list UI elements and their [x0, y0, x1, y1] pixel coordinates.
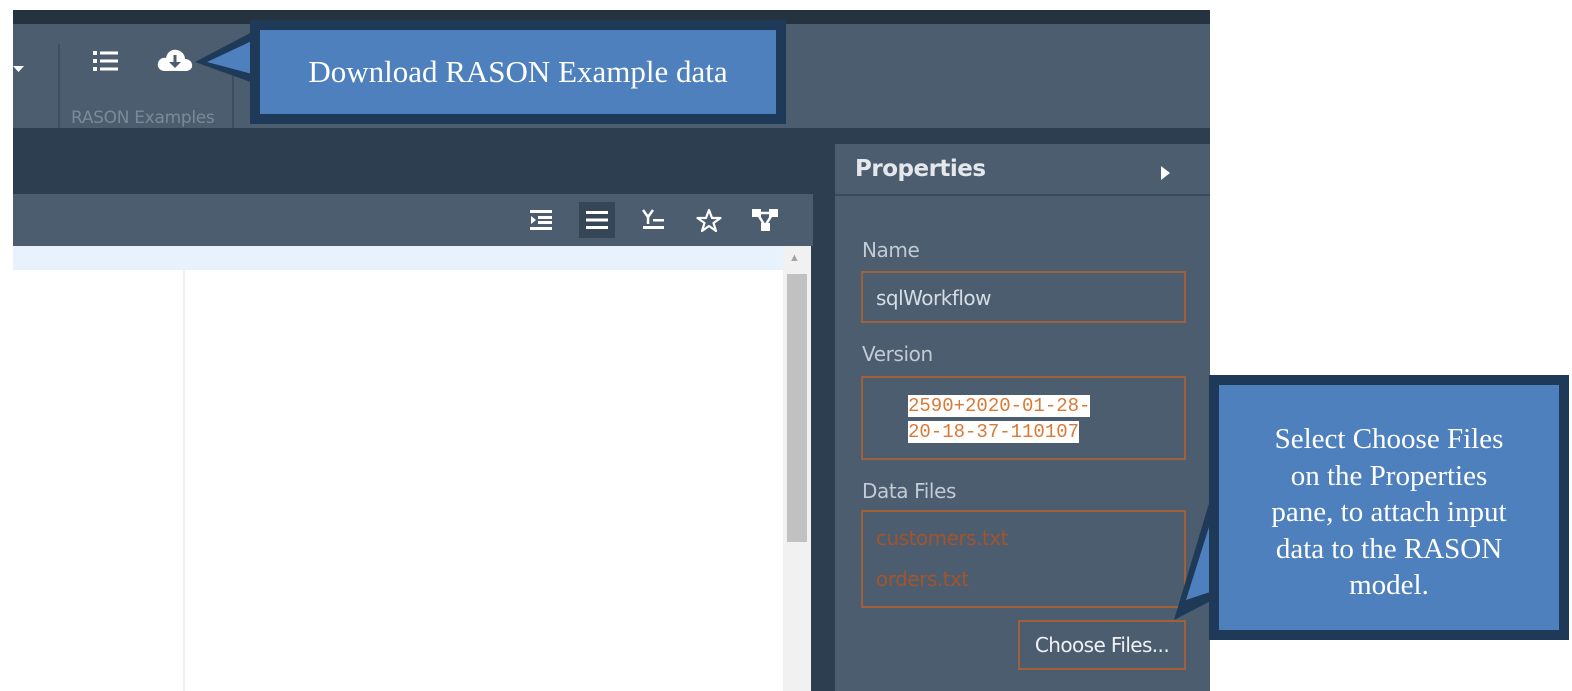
favorite-button[interactable]	[691, 202, 727, 238]
collapse-arrow-icon[interactable]	[1161, 166, 1170, 180]
version-field[interactable]: 2590+2020-01-28- 20-18-37-110107	[861, 376, 1186, 460]
code-editor[interactable]	[13, 246, 783, 691]
sort-icon	[641, 209, 664, 229]
callout-line: data to the RASON	[1275, 532, 1503, 565]
scrollbar-thumb[interactable]	[787, 274, 807, 542]
version-value: 2590+2020-01-28- 20-18-37-110107	[908, 393, 1120, 445]
callout-line: model.	[1349, 569, 1429, 601]
callout-choose-files: Select Choose Files on the Properties pa…	[1209, 375, 1569, 640]
version-line-2: 20-18-37-110107	[908, 421, 1080, 443]
callout-line: Select Choose Files	[1274, 423, 1504, 455]
indent-icon	[530, 210, 552, 230]
version-line-1: 2590+2020-01-28-	[908, 395, 1091, 417]
name-value: sqlWorkflow	[876, 286, 992, 310]
rason-examples-label: RASON Examples	[71, 108, 215, 128]
version-label: Version	[862, 342, 933, 366]
indent-button[interactable]	[523, 202, 559, 238]
align-button[interactable]	[579, 202, 615, 238]
callout-line: pane, to attach input	[1271, 496, 1507, 528]
dropdown-caret-icon[interactable]	[13, 64, 25, 74]
properties-header: Properties	[835, 144, 1210, 196]
callout-line: on the Properties	[1290, 459, 1488, 492]
sort-button[interactable]	[635, 202, 671, 238]
toolbar-separator	[58, 44, 60, 140]
data-file-item[interactable]: customers.txt	[876, 526, 1008, 550]
data-files-list[interactable]: customers.txt orders.txt	[861, 510, 1186, 608]
align-justify-icon	[586, 211, 608, 229]
scroll-up-arrow-icon[interactable]: ▲	[789, 252, 800, 264]
editor-divider	[183, 270, 185, 691]
workflow-button[interactable]	[747, 202, 783, 238]
name-field[interactable]: sqlWorkflow	[861, 271, 1186, 323]
properties-title: Properties	[855, 156, 986, 182]
workflow-icon	[752, 209, 778, 231]
callout-download-example: Download RASON Example data	[250, 20, 786, 124]
cloud-download-icon[interactable]	[156, 44, 194, 76]
editor-toolbar	[13, 194, 813, 246]
active-line-highlight	[13, 246, 783, 270]
list-icon[interactable]	[92, 48, 120, 74]
name-label: Name	[862, 238, 920, 262]
properties-pane: Properties Name sqlWorkflow Version 2590…	[835, 144, 1210, 691]
star-icon	[696, 208, 722, 232]
data-file-item[interactable]: orders.txt	[876, 567, 969, 591]
data-files-label: Data Files	[862, 479, 956, 503]
